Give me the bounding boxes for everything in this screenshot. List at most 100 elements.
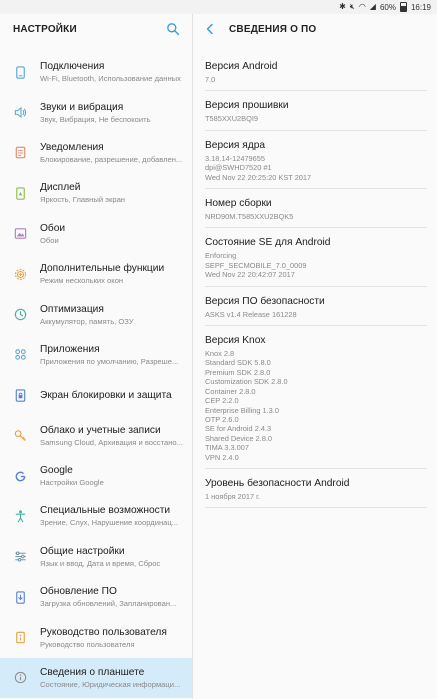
clock: 16:19 xyxy=(410,2,431,12)
settings-item-subtitle: Аккумулятор, память, ОЗУ xyxy=(40,316,134,326)
accessibility-icon xyxy=(0,509,40,524)
settings-item-wallpaper[interactable]: Обои Обои xyxy=(0,214,192,254)
info-section[interactable]: Номер сборки NRD90M.T585XXU2BQK5 xyxy=(205,189,427,229)
info-section-title: Номер сборки xyxy=(205,198,272,210)
settings-item-title: Сведения о планшете xyxy=(40,666,145,678)
google-icon xyxy=(0,469,40,484)
settings-item-title: Уведомления xyxy=(40,141,104,153)
settings-item-accessibility[interactable]: Специальные возможности Зрение, Слух, Нар… xyxy=(0,496,192,536)
sliders-icon xyxy=(0,549,40,564)
info-section[interactable]: Версия Knox Knox 2.8 Standard SDK 5.8.0 P… xyxy=(205,326,427,469)
software-info-header: СВЕДЕНИЯ О ПО xyxy=(193,14,437,44)
settings-item-sliders[interactable]: Общие настройки Язык и ввод, Дата и время… xyxy=(0,537,192,577)
info-section-value: Knox 2.8 Standard SDK 5.8.0 Premium SDK … xyxy=(205,349,288,462)
settings-item-subtitle: Яркость, Главный экран xyxy=(40,195,126,205)
settings-item-subtitle: Приложения по умолчанию, Разреше... xyxy=(40,356,179,366)
info-section-value: NRD90M.T585XXU2BQK5 xyxy=(205,212,294,222)
search-icon[interactable] xyxy=(166,22,180,36)
info-section-value: Enforcing SEPF_SECMOBILE_7.0_0009 Wed No… xyxy=(205,251,307,280)
settings-item-title: Обои xyxy=(40,222,66,234)
signal-icon: ◢ xyxy=(369,2,376,11)
settings-header: НАСТРОЙКИ xyxy=(0,14,192,44)
bluetooth-icon: ✱ xyxy=(339,2,346,11)
settings-item-title: Обновление ПО xyxy=(40,586,117,598)
info-section-title: Состояние SE для Android xyxy=(205,237,331,249)
settings-item-subtitle: Samsung Cloud, Архивация и восстано... xyxy=(40,437,183,447)
info-section[interactable]: Версия ПО безопасности ASKS v1.4 Release … xyxy=(205,287,427,327)
settings-item-title: Специальные возможности xyxy=(40,505,171,517)
settings-item-notifications[interactable]: Уведомления Блокирование, разрешение, доб… xyxy=(0,133,192,173)
update-icon xyxy=(0,590,40,605)
info-section[interactable]: Уровень безопасности Android 1 ноября 201… xyxy=(205,469,427,509)
settings-item-title: Оптимизация xyxy=(40,303,104,315)
settings-item-connections[interactable]: Подключения Wi-Fi, Bluetooth, Использован… xyxy=(0,52,192,92)
info-section[interactable]: Версия прошивки T585XXU2BQI9 xyxy=(205,91,427,131)
optimization-icon xyxy=(0,307,40,322)
back-arrow-icon[interactable] xyxy=(203,22,217,36)
settings-item-title: Подключения xyxy=(40,61,105,73)
info-section-value: ASKS v1.4 Release 161228 xyxy=(205,309,297,319)
info-icon xyxy=(0,670,40,685)
settings-item-update[interactable]: Обновление ПО Загрузка обновлений, Заплан… xyxy=(0,577,192,617)
settings-item-apps[interactable]: Приложения Приложения по умолчанию, Разре… xyxy=(0,335,192,375)
connections-icon xyxy=(0,65,40,80)
info-section-title: Версия ПО безопасности xyxy=(205,295,325,307)
software-info-panel: СВЕДЕНИЯ О ПО Версия Android 7.0 Версия пр… xyxy=(193,14,437,699)
settings-item-title: Звуки и вибрация xyxy=(40,101,124,113)
settings-item-subtitle: Звук, Вибрация, Не беспокоить xyxy=(40,114,151,124)
status-bar: ✱ 🔇︎ ◠ ◢ 60% 16:19 xyxy=(0,0,437,14)
settings-item-optimization[interactable]: Оптимизация Аккумулятор, память, ОЗУ xyxy=(0,294,192,334)
settings-item-subtitle: Язык и ввод, Дата и время, Сброс xyxy=(40,558,161,568)
info-section[interactable]: Версия ядра 3.18.14-12479655 dpi@SWHD7520… xyxy=(205,131,427,190)
settings-item-subtitle: Блокирование, разрешение, добавлен... xyxy=(40,154,183,164)
settings-item-subtitle: Обои xyxy=(40,235,59,245)
info-section-value: 7.0 xyxy=(205,75,216,84)
info-section-value: 1 ноября 2017 г. xyxy=(205,491,261,501)
wifi-icon: ◠ xyxy=(358,2,366,11)
settings-item-title: Дисплей xyxy=(40,182,81,194)
settings-item-title: Облако и учетные записи xyxy=(40,424,161,436)
info-section-title: Версия Android xyxy=(205,61,278,72)
info-section[interactable]: Состояние SE для Android Enforcing SEPF_S… xyxy=(205,228,427,287)
info-section-value: T585XXU2BQI9 xyxy=(205,114,258,124)
settings-item-title: Руководство пользователя xyxy=(40,626,167,638)
mute-icon: 🔇︎ xyxy=(349,2,355,11)
settings-item-title: Дополнительные функции xyxy=(40,263,165,275)
volume-icon xyxy=(0,105,40,120)
display-icon xyxy=(0,186,40,201)
settings-item-lock[interactable]: Экран блокировки и защита xyxy=(0,375,192,415)
apps-icon xyxy=(0,347,40,362)
settings-item-title: Экран блокировки и защита xyxy=(40,389,172,401)
settings-item-info[interactable]: Сведения о планшете Состояние, Юридическа… xyxy=(0,657,192,698)
info-section-title: Версия ядра xyxy=(205,139,266,151)
settings-item-subtitle: Загрузка обновлений, Запланирован... xyxy=(40,599,177,609)
info-section-value: 3.18.14-12479655 dpi@SWHD7520 #1 Wed Nov… xyxy=(205,153,312,182)
info-section-title: Версия прошивки xyxy=(205,100,289,112)
settings-item-google[interactable]: Google Настройки Google xyxy=(0,456,192,496)
lock-icon xyxy=(0,388,40,403)
settings-item-subtitle: Зрение, Слух, Нарушение координац... xyxy=(40,518,179,528)
settings-item-subtitle: Настройки Google xyxy=(40,478,104,488)
manual-icon xyxy=(0,630,40,645)
settings-item-subtitle: Руководство пользователя xyxy=(40,639,135,649)
software-info-title: СВЕДЕНИЯ О ПО xyxy=(229,23,317,35)
settings-panel: НАСТРОЙКИ Подключения Wi-Fi, Bluetooth, И… xyxy=(0,14,192,699)
notifications-icon xyxy=(0,145,40,160)
wallpaper-icon xyxy=(0,226,40,241)
settings-item-volume[interactable]: Звуки и вибрация Звук, Вибрация, Не беспо… xyxy=(0,92,192,132)
battery-icon xyxy=(399,2,407,12)
settings-item-key[interactable]: Облако и учетные записи Samsung Cloud, Ар… xyxy=(0,416,192,456)
settings-item-manual[interactable]: Руководство пользователя Руководство поль… xyxy=(0,617,192,657)
info-section[interactable]: Версия Android 7.0 xyxy=(205,52,427,92)
settings-item-subtitle: Режим нескольких окон xyxy=(40,276,124,286)
settings-title: НАСТРОЙКИ xyxy=(13,23,77,35)
settings-item-display[interactable]: Дисплей Яркость, Главный экран xyxy=(0,173,192,213)
settings-item-title: Общие настройки xyxy=(40,545,125,557)
settings-item-title: Приложения xyxy=(40,343,100,355)
key-icon xyxy=(0,428,40,443)
info-section-title: Версия Knox xyxy=(205,335,266,347)
settings-item-subtitle: Wi-Fi, Bluetooth, Использование данных xyxy=(40,74,181,84)
settings-item-gear-plus[interactable]: Дополнительные функции Режим нескольких о… xyxy=(0,254,192,294)
settings-list: Подключения Wi-Fi, Bluetooth, Использован… xyxy=(0,52,192,698)
gear-plus-icon xyxy=(0,267,40,282)
